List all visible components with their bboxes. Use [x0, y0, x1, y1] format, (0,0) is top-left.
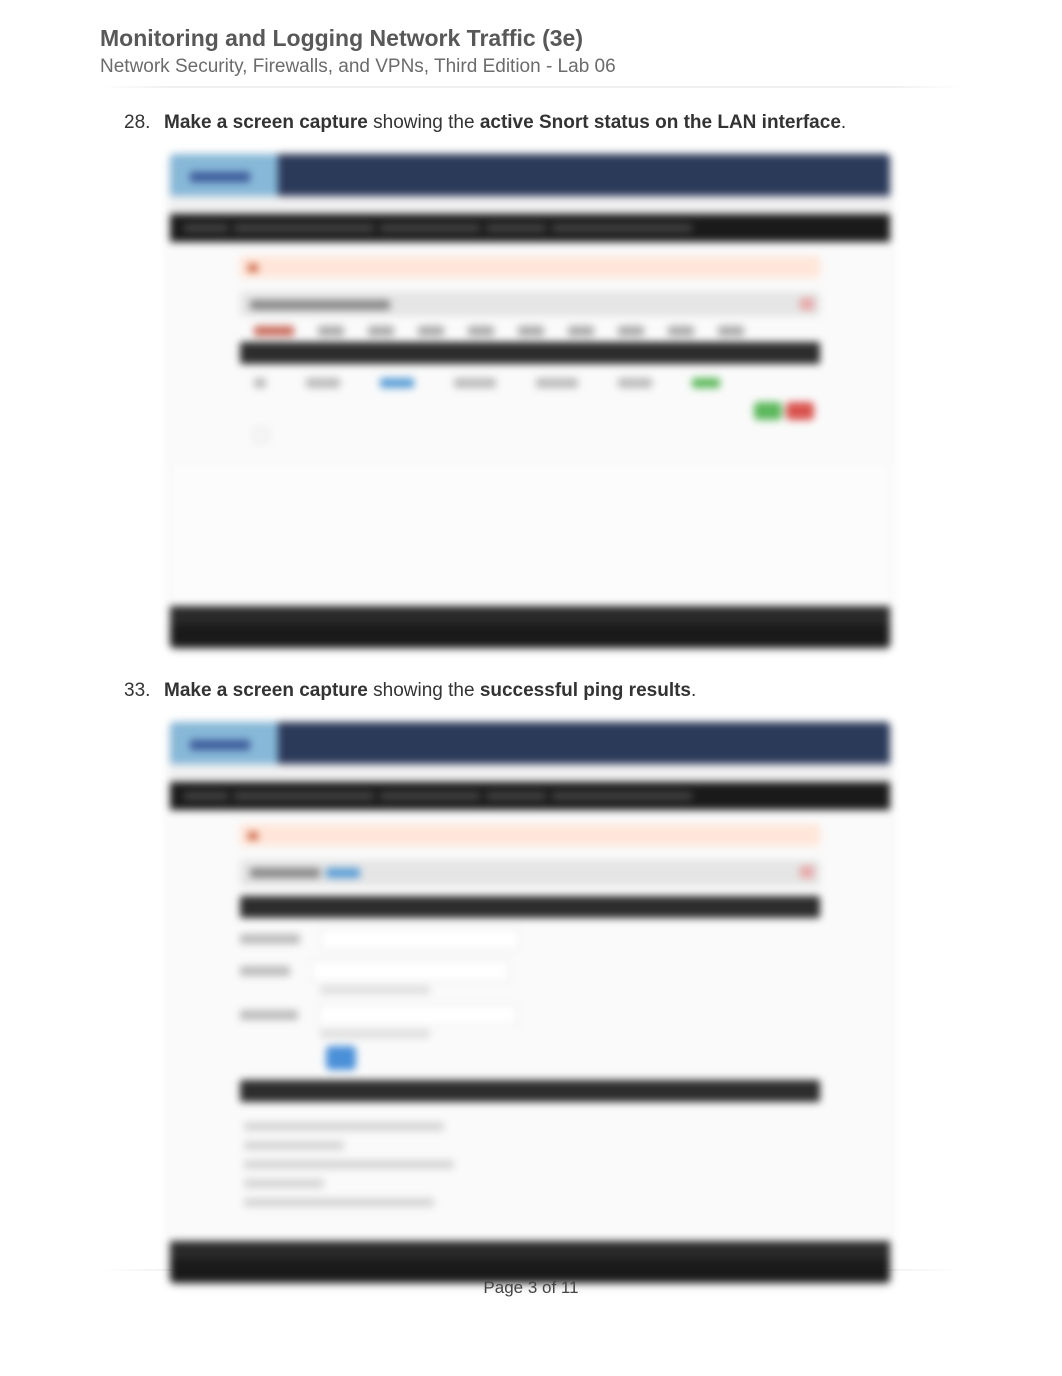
- step-text: Make a screen capture showing the active…: [164, 112, 846, 134]
- footer-divider: [100, 1269, 962, 1271]
- ss1-strip: [240, 342, 820, 364]
- page-footer: Page 3 of 11: [0, 1278, 1062, 1298]
- form-hint-1: [320, 986, 430, 994]
- header-divider: [100, 86, 962, 88]
- hostname-input: [320, 928, 520, 950]
- ss1-body: [170, 242, 890, 466]
- ping-output: [240, 1112, 820, 1227]
- screenshot-ping-results: [170, 722, 890, 1283]
- step-tail: .: [691, 680, 696, 701]
- ss1-action-pills: [240, 402, 820, 420]
- ss2-subbar: [170, 764, 890, 782]
- ss1-titlebar: [170, 154, 890, 196]
- ss1-checkbox: [254, 428, 268, 442]
- step-number: 28.: [124, 112, 164, 134]
- ss2-titlebar: [170, 722, 890, 764]
- count-input: [310, 960, 510, 982]
- ss1-panel-header: [240, 292, 820, 316]
- ss2-panel-header: [240, 860, 820, 886]
- ss1-blank: [170, 466, 890, 606]
- ss2-menubar: [170, 782, 890, 810]
- screenshot-snort-status: [170, 154, 890, 648]
- screenshot-2-wrapper: [170, 722, 890, 1283]
- step-tail: .: [841, 112, 846, 133]
- ss2-warning-banner: [240, 824, 820, 846]
- step-33: 33. Make a screen capture showing the su…: [124, 680, 962, 702]
- page-subtitle: Network Security, Firewalls, and VPNs, T…: [100, 56, 962, 78]
- step-number: 33.: [124, 680, 164, 702]
- ss1-subbar: [170, 196, 890, 214]
- screenshot-1-wrapper: [170, 154, 890, 648]
- start-button-icon: [754, 402, 782, 420]
- step-mid: showing the: [368, 112, 480, 133]
- ss2-form-line-3: [240, 1004, 820, 1026]
- ss2-footer: [170, 1241, 890, 1283]
- step-text: Make a screen capture showing the succes…: [164, 680, 696, 702]
- ss1-warning-banner: [240, 256, 820, 278]
- ping-button: [326, 1046, 356, 1070]
- ss2-strip-2: [240, 1080, 820, 1102]
- ss2-strip: [240, 896, 820, 918]
- ss1-menubar: [170, 214, 890, 242]
- page-header: Monitoring and Logging Network Traffic (…: [100, 24, 962, 78]
- ss2-body: [170, 810, 890, 1241]
- document-page: Monitoring and Logging Network Traffic (…: [0, 0, 1062, 1283]
- form-hint-2: [320, 1030, 430, 1038]
- ss1-data-row: [240, 374, 820, 398]
- hostname-label: [240, 934, 300, 944]
- ss2-form-line-1: [240, 928, 820, 950]
- page-title: Monitoring and Logging Network Traffic (…: [100, 24, 962, 54]
- step-28: 28. Make a screen capture showing the ac…: [124, 112, 962, 134]
- source-input: [318, 1004, 518, 1026]
- ss1-tabs: [240, 326, 820, 342]
- step-lead-bold: Make a screen capture: [164, 680, 368, 701]
- ss2-form-line-2: [240, 960, 820, 982]
- source-label: [240, 1010, 298, 1020]
- count-label: [240, 966, 290, 976]
- step-mid: showing the: [368, 680, 480, 701]
- step-object-bold: active Snort status on the LAN interface: [480, 112, 841, 133]
- ss1-footer: [170, 606, 890, 648]
- stop-button-icon: [786, 402, 814, 420]
- step-object-bold: successful ping results: [480, 680, 691, 701]
- step-lead-bold: Make a screen capture: [164, 112, 368, 133]
